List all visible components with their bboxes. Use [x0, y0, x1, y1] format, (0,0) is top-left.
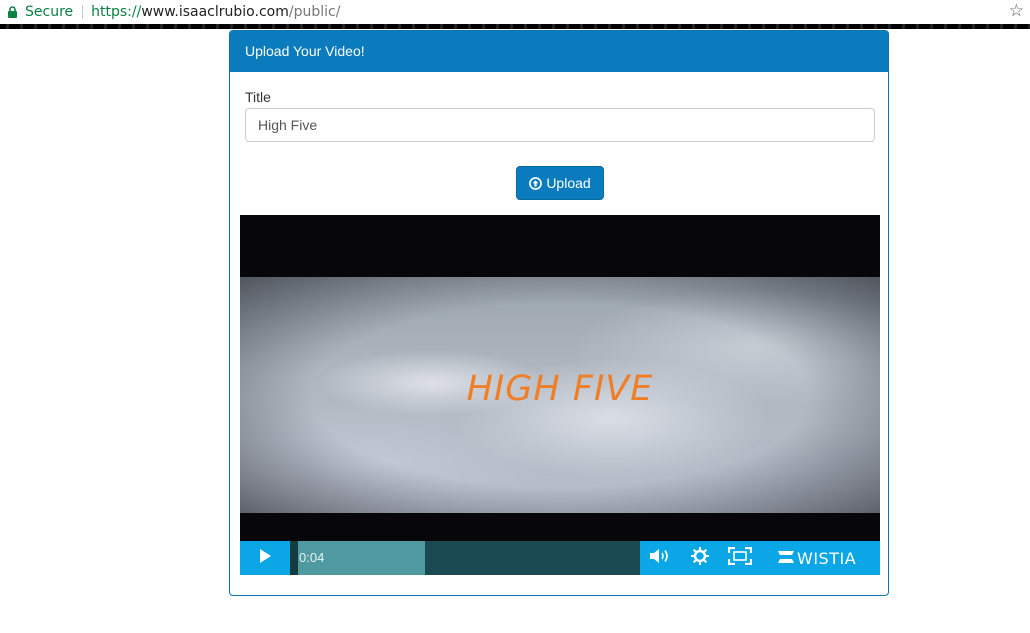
- settings-button[interactable]: [686, 541, 714, 575]
- title-label: Title: [245, 89, 271, 105]
- player-controls: 0:04 WISTIA: [240, 541, 880, 575]
- fullscreen-button[interactable]: [724, 541, 756, 575]
- url-host: www.isaaclrubio.com: [141, 4, 289, 20]
- wistia-logo[interactable]: WISTIA: [778, 541, 856, 575]
- url-path: /public/: [288, 4, 341, 20]
- volume-icon: [649, 548, 671, 569]
- address-bar[interactable]: Secure https://www.isaaclrubio.com/publi…: [0, 0, 1030, 24]
- wistia-icon: [778, 549, 794, 568]
- upload-circle-icon: [529, 176, 543, 190]
- panel-heading: Upload Your Video!: [230, 31, 888, 72]
- title-input[interactable]: [245, 108, 875, 142]
- upload-button-label: Upload: [546, 175, 591, 191]
- upload-panel: Upload Your Video! Title Upload HIGH FIV…: [229, 30, 889, 596]
- url-text[interactable]: https://www.isaaclrubio.com/public/: [91, 4, 340, 20]
- play-icon: [259, 548, 271, 568]
- progress-bar[interactable]: 0:04: [290, 541, 640, 575]
- fullscreen-icon: [727, 546, 753, 570]
- wistia-brand: WISTIA: [797, 548, 857, 568]
- gear-icon: [691, 546, 709, 570]
- volume-button[interactable]: [646, 541, 674, 575]
- address-separator: [82, 5, 84, 19]
- video-title-overlay: HIGH FIVE: [466, 369, 654, 409]
- upload-button[interactable]: Upload: [516, 166, 604, 200]
- current-time: 0:04: [299, 550, 325, 565]
- video-player[interactable]: HIGH FIVE 0:04 WISTIA: [240, 215, 880, 575]
- lock-icon: [8, 6, 17, 18]
- url-scheme: https://: [91, 4, 142, 20]
- toolbar-divider: [0, 24, 1030, 29]
- video-frame[interactable]: HIGH FIVE: [240, 215, 880, 541]
- play-button[interactable]: [240, 541, 290, 575]
- secure-label: Secure: [25, 4, 74, 20]
- progress-buffer-edge: [290, 541, 298, 575]
- video-thumbnail: HIGH FIVE: [240, 277, 880, 513]
- star-icon[interactable]: ☆: [1009, 1, 1024, 21]
